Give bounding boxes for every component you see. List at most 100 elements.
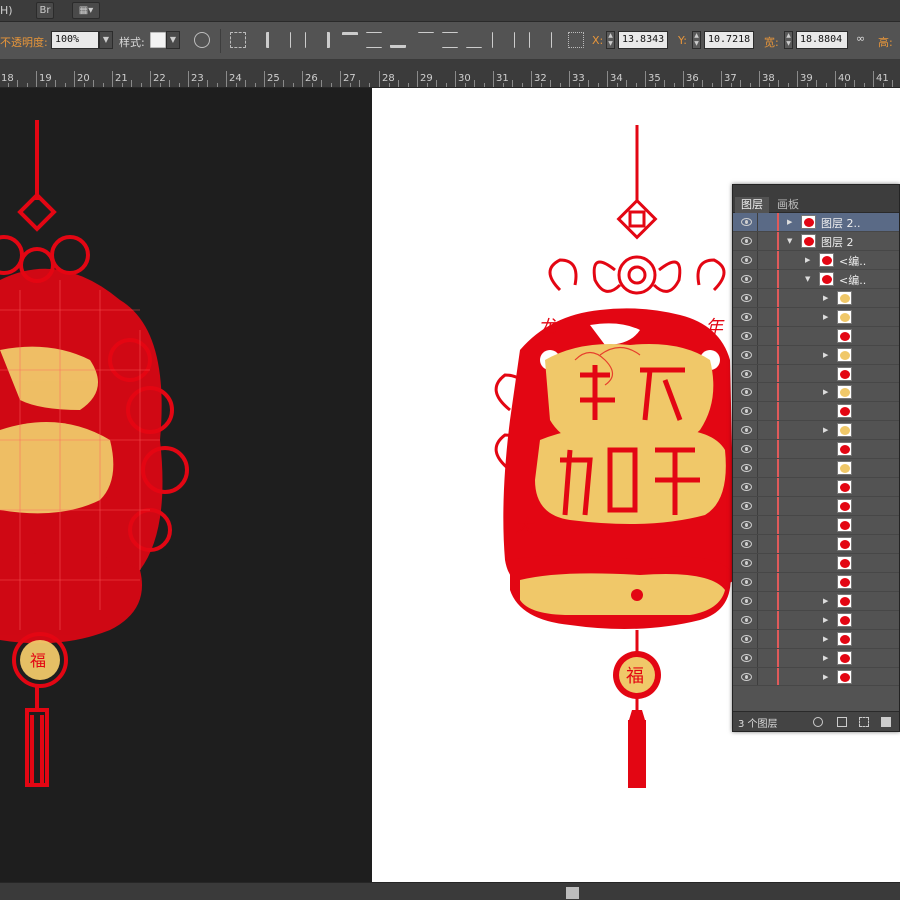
layer-name[interactable]: <编.. bbox=[839, 253, 866, 269]
layer-name[interactable]: <编.. bbox=[839, 272, 866, 288]
lock-column[interactable] bbox=[757, 440, 758, 459]
align-to-selection-icon[interactable] bbox=[230, 32, 246, 48]
visibility-eye-icon[interactable] bbox=[741, 539, 752, 548]
layer-row[interactable] bbox=[733, 478, 899, 498]
lock-column[interactable] bbox=[757, 459, 758, 478]
layer-row[interactable]: ▶ bbox=[733, 610, 899, 630]
width-spinner[interactable]: ▲ ▼ bbox=[784, 31, 793, 49]
distribute-hcenter-icon[interactable] bbox=[514, 32, 530, 48]
layer-row[interactable]: ▶ bbox=[733, 667, 899, 687]
lock-column[interactable] bbox=[757, 629, 758, 648]
x-field[interactable]: 13.8343 bbox=[618, 31, 668, 49]
lock-column[interactable] bbox=[757, 421, 758, 440]
expand-triangle-icon[interactable]: ▶ bbox=[823, 294, 828, 302]
expand-triangle-icon[interactable]: ▶ bbox=[823, 388, 828, 396]
menu-label[interactable]: H) bbox=[0, 3, 13, 19]
visibility-eye-icon[interactable] bbox=[741, 388, 752, 397]
layer-row[interactable]: ▶ <编.. bbox=[733, 250, 899, 270]
make-clipping-mask-icon[interactable] bbox=[837, 717, 847, 727]
opacity-dropdown[interactable]: ▼ bbox=[99, 31, 113, 49]
lock-column[interactable] bbox=[757, 250, 758, 269]
visibility-eye-icon[interactable] bbox=[741, 653, 752, 662]
layer-row[interactable]: ▶ bbox=[733, 307, 899, 327]
style-swatch[interactable] bbox=[150, 32, 166, 48]
collapse-triangle-icon[interactable]: ▼ bbox=[787, 237, 792, 245]
visibility-eye-icon[interactable] bbox=[741, 350, 752, 359]
lock-column[interactable] bbox=[757, 610, 758, 629]
new-layer-icon[interactable] bbox=[881, 717, 891, 727]
layer-row[interactable]: ▶ bbox=[733, 383, 899, 403]
y-spinner[interactable]: ▲ ▼ bbox=[692, 31, 701, 49]
expand-triangle-icon[interactable]: ▶ bbox=[805, 256, 810, 264]
layer-row[interactable]: ▶ bbox=[733, 345, 899, 365]
distribute-vcenter-icon[interactable] bbox=[442, 32, 458, 48]
selected-artwork[interactable]: 福 bbox=[0, 110, 200, 790]
arrange-documents-button[interactable]: ▦▾ bbox=[72, 2, 100, 19]
expand-triangle-icon[interactable]: ▶ bbox=[823, 616, 828, 624]
visibility-eye-icon[interactable] bbox=[741, 558, 752, 567]
layer-row[interactable]: ▶ 图层 2.. bbox=[733, 213, 899, 232]
visibility-eye-icon[interactable] bbox=[741, 255, 752, 264]
visibility-eye-icon[interactable] bbox=[741, 596, 752, 605]
expand-triangle-icon[interactable]: ▶ bbox=[787, 218, 792, 226]
visibility-eye-icon[interactable] bbox=[741, 615, 752, 624]
align-right-icon[interactable] bbox=[314, 32, 330, 48]
lock-column[interactable] bbox=[757, 364, 758, 383]
lock-column[interactable] bbox=[757, 534, 758, 553]
visibility-eye-icon[interactable] bbox=[741, 236, 752, 245]
layer-row[interactable]: ▼ <编.. bbox=[733, 269, 899, 289]
expand-triangle-icon[interactable]: ▶ bbox=[823, 635, 828, 643]
visibility-eye-icon[interactable] bbox=[741, 407, 752, 416]
visibility-eye-icon[interactable] bbox=[741, 218, 752, 226]
visibility-eye-icon[interactable] bbox=[741, 483, 752, 492]
layer-row[interactable] bbox=[733, 326, 899, 346]
visibility-eye-icon[interactable] bbox=[741, 426, 752, 435]
layer-row[interactable] bbox=[733, 534, 899, 554]
opacity-field[interactable]: 100% bbox=[51, 31, 99, 49]
opacity-label[interactable]: 不透明度: bbox=[0, 34, 48, 50]
layer-row[interactable]: ▶ bbox=[733, 288, 899, 308]
visibility-eye-icon[interactable] bbox=[741, 521, 752, 529]
reference-point-icon[interactable] bbox=[568, 32, 584, 48]
layer-row[interactable] bbox=[733, 516, 899, 535]
lock-column[interactable] bbox=[757, 213, 758, 231]
lock-column[interactable] bbox=[757, 478, 758, 497]
layer-row[interactable]: ▶ bbox=[733, 421, 899, 441]
visibility-eye-icon[interactable] bbox=[741, 312, 752, 321]
collapse-triangle-icon[interactable]: ▼ bbox=[805, 275, 810, 283]
expand-triangle-icon[interactable]: ▶ bbox=[823, 351, 828, 359]
layers-panel[interactable]: 图层 画板 ▶ 图层 2.. ▼ 图层 2 ▶ <编.. ▼ <编.. ▶ ▶ ▶ ▶ ▶ ▶ ▶ ▶ ▶ ▶ 3… bbox=[732, 184, 900, 732]
chinese-knot-ornament[interactable]: 龙 年 大 福 bbox=[480, 120, 740, 800]
scrollbar-thumb[interactable] bbox=[566, 887, 579, 899]
layer-row[interactable]: ▶ bbox=[733, 629, 899, 649]
lock-column[interactable] bbox=[757, 553, 758, 572]
layer-row[interactable] bbox=[733, 497, 899, 516]
y-field[interactable]: 10.7218 bbox=[704, 31, 754, 49]
distribute-right-icon[interactable] bbox=[536, 32, 552, 48]
visibility-eye-icon[interactable] bbox=[741, 445, 752, 454]
expand-triangle-icon[interactable]: ▶ bbox=[823, 597, 828, 605]
constrain-link-icon[interactable]: ∞ bbox=[856, 32, 872, 48]
layer-row[interactable] bbox=[733, 364, 899, 384]
layer-row[interactable]: ▶ bbox=[733, 648, 899, 668]
tab-layers[interactable]: 图层 bbox=[735, 197, 769, 213]
layer-row[interactable] bbox=[733, 459, 899, 479]
horizontal-scrollbar[interactable] bbox=[0, 882, 900, 900]
distribute-bottom-icon[interactable] bbox=[466, 32, 482, 48]
visibility-eye-icon[interactable] bbox=[741, 672, 752, 681]
lock-column[interactable] bbox=[757, 516, 758, 534]
lock-column[interactable] bbox=[757, 402, 758, 421]
visibility-eye-icon[interactable] bbox=[741, 464, 752, 473]
expand-triangle-icon[interactable]: ▶ bbox=[823, 654, 828, 662]
align-middle-icon[interactable] bbox=[366, 32, 382, 48]
layer-row[interactable] bbox=[733, 402, 899, 422]
expand-triangle-icon[interactable]: ▶ bbox=[823, 426, 828, 434]
expand-triangle-icon[interactable]: ▶ bbox=[823, 673, 828, 681]
align-center-icon[interactable] bbox=[290, 32, 306, 48]
lock-column[interactable] bbox=[757, 497, 758, 515]
layer-name[interactable]: 图层 2.. bbox=[821, 215, 861, 231]
locate-object-icon[interactable] bbox=[813, 717, 823, 727]
align-bottom-icon[interactable] bbox=[390, 32, 406, 48]
bridge-button[interactable]: Br bbox=[36, 2, 54, 19]
layer-row[interactable] bbox=[733, 440, 899, 460]
